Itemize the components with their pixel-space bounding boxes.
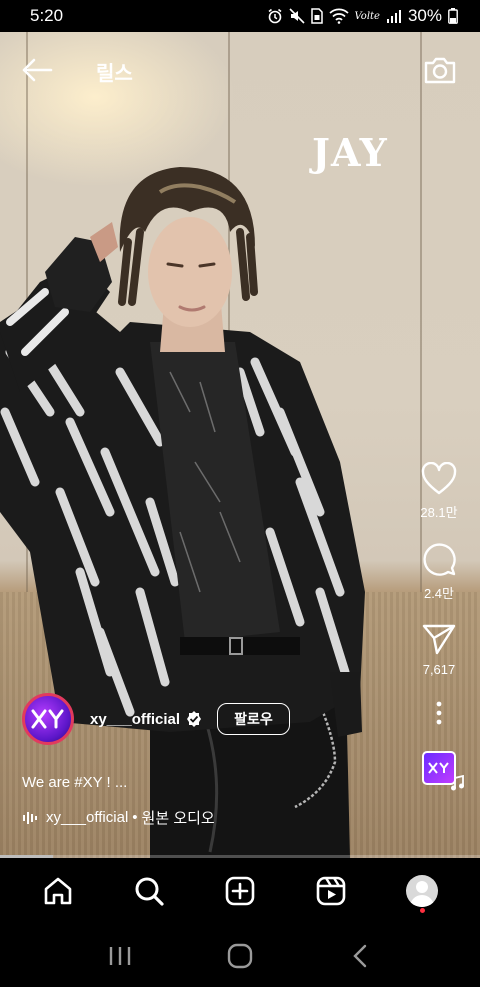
author-username[interactable]: xy___official xyxy=(90,711,180,728)
home-outline-icon xyxy=(227,943,253,968)
system-home-button[interactable] xyxy=(220,936,260,976)
follow-button[interactable]: 팔로우 xyxy=(217,703,290,735)
music-note-icon xyxy=(451,775,464,791)
arrow-left-icon xyxy=(22,58,53,82)
audio-artist: xy___official xyxy=(46,809,129,826)
reels-icon xyxy=(316,876,346,906)
status-bar: 5:20 Volte 30% xyxy=(0,0,480,32)
reels-screen: 5:20 Volte 30% 릴스 JAY 28.1만 2.4만 7,617 x… xyxy=(0,0,480,987)
mute-icon xyxy=(288,8,305,24)
system-recents-button[interactable] xyxy=(100,936,140,976)
back-button[interactable] xyxy=(18,52,56,88)
nav-profile[interactable] xyxy=(398,867,446,915)
bottom-navigation xyxy=(0,858,480,924)
page-title: 릴스 xyxy=(96,63,133,85)
audio-thumbnail-button[interactable] xyxy=(422,751,464,791)
heart-icon xyxy=(421,462,457,495)
alarm-icon xyxy=(267,8,283,24)
system-back-button[interactable] xyxy=(340,936,380,976)
xy-logo-icon xyxy=(428,762,449,774)
profile-avatar xyxy=(406,875,439,907)
speech-bubble-icon xyxy=(423,543,456,576)
create-icon xyxy=(225,876,255,906)
audio-title: 원본 오디오 xyxy=(141,810,215,827)
reel-caption[interactable]: We are #XY ! ... xyxy=(22,774,127,791)
network-label: Volte xyxy=(354,10,380,22)
wifi-icon xyxy=(328,8,349,24)
reels-header: 릴스 xyxy=(0,52,480,88)
share-button[interactable]: 7,617 xyxy=(421,622,457,677)
comment-button[interactable]: 2.4만 xyxy=(421,541,457,602)
nav-home[interactable] xyxy=(34,867,82,915)
notification-dot xyxy=(419,908,425,913)
battery-icon xyxy=(448,8,458,24)
more-options-button[interactable] xyxy=(435,701,443,725)
status-icons: Volte 30% xyxy=(267,6,459,26)
nav-reels[interactable] xyxy=(307,867,355,915)
recents-icon xyxy=(109,946,131,965)
search-icon xyxy=(135,877,164,906)
camera-button[interactable] xyxy=(420,52,460,88)
author-row: xy___official 팔로우 xyxy=(22,690,290,748)
audio-separator: • xyxy=(132,809,138,826)
status-time: 5:20 xyxy=(30,6,64,25)
audio-cover-art xyxy=(422,751,464,791)
sim-icon xyxy=(310,8,323,24)
video-overlay-text: JAY xyxy=(312,130,388,175)
comment-count: 2.4만 xyxy=(423,586,455,601)
like-button[interactable]: 28.1만 xyxy=(420,462,458,521)
share-count: 7,617 xyxy=(422,662,456,677)
camera-icon xyxy=(424,57,456,84)
author-avatar[interactable] xyxy=(22,693,74,745)
nav-create[interactable] xyxy=(216,867,264,915)
battery-percent: 30% xyxy=(407,6,442,25)
home-icon xyxy=(44,877,71,905)
vertical-dots-icon xyxy=(436,701,442,725)
system-navigation xyxy=(0,924,480,987)
verified-badge-icon xyxy=(185,710,203,728)
audio-wave-icon xyxy=(23,811,37,824)
person-silhouette-icon xyxy=(410,881,435,907)
nav-search[interactable] xyxy=(125,867,173,915)
action-rail: 28.1만 2.4만 7,617 xyxy=(416,462,464,791)
like-count: 28.1만 xyxy=(420,505,458,520)
audio-info[interactable]: xy___official • 원본 오디오 xyxy=(22,807,215,828)
xy-logo-icon xyxy=(31,709,64,729)
signal-icon xyxy=(386,9,402,23)
chevron-left-icon xyxy=(353,944,367,967)
paper-plane-icon xyxy=(422,624,456,655)
